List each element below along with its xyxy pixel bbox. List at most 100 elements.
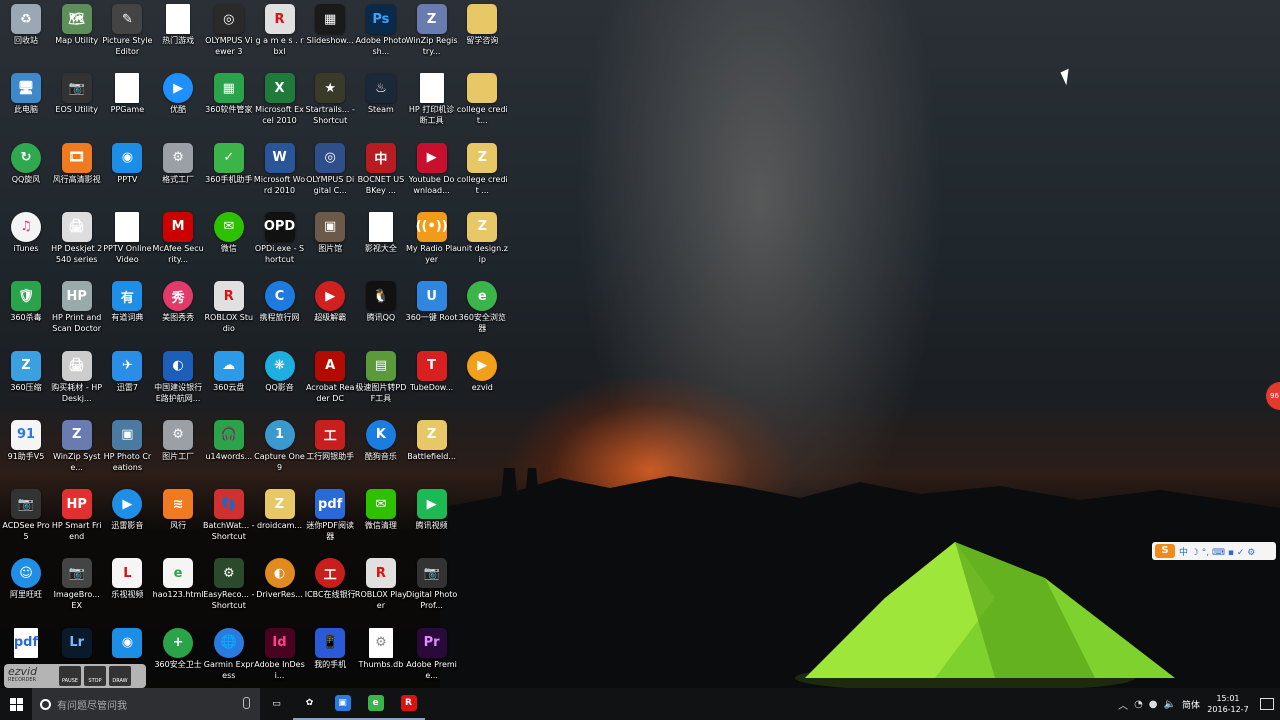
desktop-icon[interactable]: Ps Adobe Photosh...	[355, 2, 407, 57]
cortana-search-box[interactable]: 有问题尽管问我	[32, 688, 260, 720]
desktop-icon[interactable]: 热门游戏	[152, 2, 204, 46]
action-center-icon[interactable]	[1260, 698, 1274, 710]
desktop-icon[interactable]: ▶ Youtube Download...	[406, 141, 458, 196]
desktop-icon[interactable]: R ROBLOX Studio	[203, 279, 255, 334]
desktop-icon[interactable]: ♨ Steam	[355, 71, 407, 115]
desktop-icon[interactable]: Z WinZip Registry...	[406, 2, 458, 57]
task-view-button[interactable]: ▭	[260, 688, 293, 720]
desktop-icon[interactable]: ★ Startrails... - Shortcut	[304, 71, 356, 126]
desktop-icon[interactable]: ◎ OLYMPUS Viewer 3	[203, 2, 255, 57]
desktop-icon[interactable]: PPGame	[101, 71, 153, 115]
desktop-icon[interactable]: U 360一键 Root	[406, 279, 458, 323]
desktop-icon[interactable]: ↻ QQ旋风	[0, 141, 52, 185]
clock[interactable]: 15:01 2016-12-7	[1206, 693, 1250, 715]
desktop-icon[interactable]: 🐧 腾讯QQ	[355, 279, 407, 323]
microphone-icon[interactable]	[243, 697, 250, 709]
desktop-icon[interactable]: 1 Capture One 9	[254, 418, 306, 473]
desktop-icon[interactable]: 🖨 购买耗材 - HP Deskj...	[51, 349, 103, 404]
desktop-icon[interactable]: HP 打印机诊断工具	[406, 71, 458, 126]
desktop-icon[interactable]: Z Battlefield...	[406, 418, 458, 462]
desktop-icon[interactable]: C 携程旅行网	[254, 279, 306, 323]
desktop-icon[interactable]: college credit...	[456, 71, 508, 126]
taskbar-app-3[interactable]: e	[359, 688, 392, 720]
desktop-icon[interactable]: e 360安全浏览器	[456, 279, 508, 334]
desktop-icon[interactable]: ▶ ezvid	[456, 349, 508, 393]
desktop-icon[interactable]: +360安全卫士	[152, 626, 204, 670]
desktop-icon[interactable]: HP HP Print and Scan Doctor	[51, 279, 103, 334]
desktop-icon[interactable]: ▤ 极速图片转PDF工具	[355, 349, 407, 404]
draw-button[interactable]: DRAW	[109, 666, 131, 686]
desktop-icon[interactable]: ☺ 阿里旺旺	[0, 556, 52, 600]
desktop-icon[interactable]: Zunit design.zip	[456, 210, 508, 265]
desktop-icon[interactable]: ♻ 回收站	[0, 2, 52, 46]
desktop-icon[interactable]: ▣ HP Photo Creations	[101, 418, 153, 473]
desktop-icon[interactable]: Z 360压缩	[0, 349, 52, 393]
desktop-icon[interactable]: Zcollege credit ...	[456, 141, 508, 196]
desktop-icon[interactable]: 秀美图秀秀	[152, 279, 204, 323]
desktop-icon[interactable]: ((•)) My Radio Player	[406, 210, 458, 265]
desktop-icon[interactable]: ✓ 360手机助手	[203, 141, 255, 185]
desktop-icon[interactable]: ▣ 图片馆	[304, 210, 356, 254]
ime-language-indicator[interactable]: 简体	[1182, 698, 1200, 711]
desktop-icon[interactable]: ✎ Picture Style Editor	[101, 2, 153, 57]
desktop-icon[interactable]: 🛡 360杀毒	[0, 279, 52, 323]
desktop-icon[interactable]: 有有道词典	[101, 279, 153, 323]
taskbar-app-1[interactable]: ✿	[293, 688, 326, 720]
desktop-icon[interactable]: Pr Adobe Premie...	[406, 626, 458, 681]
desktop-icon[interactable]: 📷 ImageBro... EX	[51, 556, 103, 611]
desktop-icon[interactable]: ◉ PPTV	[101, 141, 153, 185]
desktop-icon[interactable]: ☁ 360云盘	[203, 349, 255, 393]
desktop-icon[interactable]: 工工行网银助手	[304, 418, 356, 462]
desktop-icon[interactable]: 中 BOCNET USBKey ...	[355, 141, 407, 196]
desktop-icon[interactable]: A Acrobat Reader DC	[304, 349, 356, 404]
floating-badge[interactable]: 96	[1266, 382, 1280, 410]
desktop-icon[interactable]: ◐ 中国建设银行E路护航网...	[152, 349, 204, 404]
desktop-icon[interactable]: 📱 我的手机	[304, 626, 356, 670]
network-icon[interactable]: ◔	[1134, 699, 1143, 710]
desktop-icon[interactable]: M McAfee Security...	[152, 210, 204, 265]
show-hidden-icons-icon[interactable]: ︿	[1118, 697, 1128, 712]
desktop-icon[interactable]: HP HP Smart Friend	[51, 487, 103, 542]
desktop-icon[interactable]: 影视大全	[355, 210, 407, 254]
volume-icon[interactable]: 🔈	[1164, 699, 1176, 710]
desktop-icon[interactable]: 🎧 u14words...	[203, 418, 255, 462]
desktop-icon[interactable]: 工 ICBC在线银行	[304, 556, 356, 600]
desktop-icon[interactable]: 📷 ACDSee Pro 5	[0, 487, 52, 542]
desktop-icon[interactable]: ✉ 微信	[203, 210, 255, 254]
security-icon[interactable]: ●	[1149, 699, 1158, 710]
desktop-icon[interactable]: ≋ 风行	[152, 487, 204, 531]
desktop-icon[interactable]: ♫ iTunes	[0, 210, 52, 254]
desktop-icon[interactable]: ❋ QQ影音	[254, 349, 306, 393]
taskbar-app-2[interactable]: ▣	[326, 688, 359, 720]
desktop-icon[interactable]: ⚙ 图片工厂	[152, 418, 204, 462]
desktop-icon[interactable]: ⚙ 格式工厂	[152, 141, 204, 185]
desktop-icon[interactable]: ▶ 腾讯视频	[406, 487, 458, 531]
pause-button[interactable]: PAUSE	[59, 666, 81, 686]
desktop-icon[interactable]: ▶ 迅雷影音	[101, 487, 153, 531]
desktop-icon[interactable]: Rg a m e s . rbxl	[254, 2, 306, 57]
desktop-icon[interactable]: 🖥 此电脑	[0, 71, 52, 115]
desktop-icon[interactable]: ▶ 优酷	[152, 71, 204, 115]
ime-toolbar-items[interactable]: 中 ☽ °, ⌨ ▪ ✓ ⚙	[1179, 545, 1255, 558]
desktop-icon[interactable]: e hao123.html	[152, 556, 204, 600]
desktop-icon[interactable]: Z WinZip Syste...	[51, 418, 103, 473]
desktop-icon[interactable]: 留学咨询	[456, 2, 508, 46]
desktop-icon[interactable]: ⚙ Thumbs.db	[355, 626, 407, 670]
desktop-icon[interactable]: ✉ 微信清理	[355, 487, 407, 531]
ime-toolbar[interactable]: S 中 ☽ °, ⌨ ▪ ✓ ⚙	[1152, 542, 1276, 560]
desktop-icon[interactable]: 🖨 HP Deskjet 2540 series	[51, 210, 103, 265]
desktop-icon[interactable]: K 酷狗音乐	[355, 418, 407, 462]
desktop-icon[interactable]: 🗺 Map Utility	[51, 2, 103, 46]
desktop-icon[interactable]: X Microsoft Excel 2010	[254, 71, 306, 126]
desktop-icon[interactable]: 📷 Digital Photo Prof...	[406, 556, 458, 611]
taskbar-app-4[interactable]: R	[392, 688, 425, 720]
desktop-icon[interactable]: PPTV Online Video	[101, 210, 153, 265]
desktop-icon[interactable]: ▶ 超级解霸	[304, 279, 356, 323]
desktop-icon[interactable]: 🌐 Garmin Express	[203, 626, 255, 681]
desktop-icon[interactable]: ▦ 360软件管家	[203, 71, 255, 115]
start-button[interactable]	[0, 688, 32, 720]
desktop-icon[interactable]: Zdroidcam...	[254, 487, 306, 531]
desktop-icon[interactable]: 91 91助手V5	[0, 418, 52, 462]
desktop-icon[interactable]: pdf	[0, 626, 52, 659]
desktop-icon[interactable]: Id Adobe InDesi...	[254, 626, 306, 681]
